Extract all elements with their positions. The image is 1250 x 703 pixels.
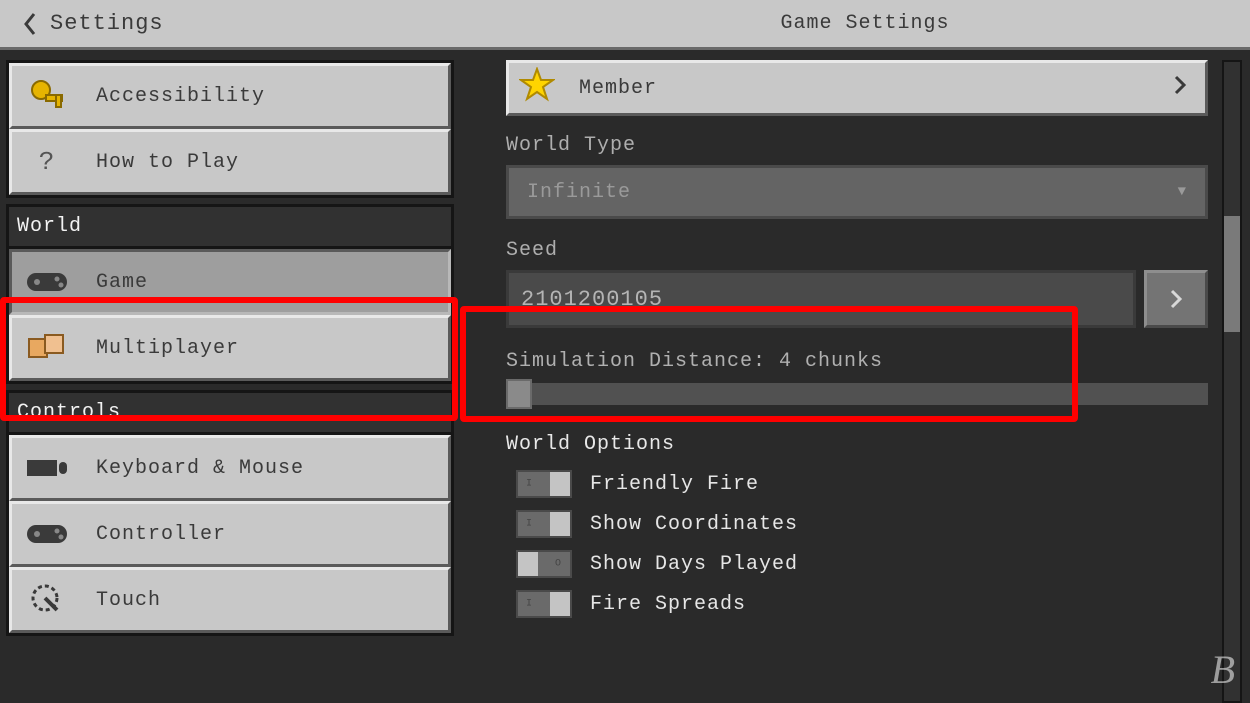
toggle-label: Friendly Fire	[590, 473, 759, 496]
seed-input[interactable]	[506, 270, 1136, 328]
toggle-fire-spreads[interactable]: I	[516, 590, 572, 618]
simulation-distance-label: Simulation Distance: 4 chunks	[506, 350, 1208, 373]
back-button[interactable]	[14, 8, 46, 40]
slider-thumb[interactable]	[506, 379, 532, 409]
sidebar-item-label: Keyboard & Mouse	[96, 457, 304, 480]
page-title: Game Settings	[240, 12, 1250, 35]
sidebar-item-label: Multiplayer	[96, 337, 239, 360]
member-button[interactable]: Member	[506, 60, 1208, 116]
gamepad-icon	[24, 511, 70, 557]
sidebar-item-game[interactable]: Game	[9, 249, 451, 315]
chevron-down-icon: ▼	[1178, 184, 1187, 200]
sidebar-item-label: How to Play	[96, 151, 239, 174]
main-panel: Member World Type Infinite ▼ Seed Simula…	[468, 60, 1216, 703]
header: Settings Game Settings	[0, 0, 1250, 50]
simulation-distance-slider[interactable]	[506, 383, 1208, 405]
world-type-value: Infinite	[527, 181, 631, 204]
member-label: Member	[579, 77, 657, 100]
sidebar-item-multiplayer[interactable]: Multiplayer	[9, 315, 451, 381]
seed-label: Seed	[506, 239, 1208, 262]
world-type-dropdown[interactable]: Infinite ▼	[506, 165, 1208, 219]
touch-icon	[24, 577, 70, 623]
sidebar-item-controller[interactable]: Controller	[9, 501, 451, 567]
scrollbar-thumb[interactable]	[1224, 216, 1240, 332]
sidebar-heading-controls: Controls	[6, 390, 454, 432]
sidebar-heading-world: World	[6, 204, 454, 246]
sidebar-item-accessibility[interactable]: Accessibility	[9, 63, 451, 129]
sidebar-item-touch[interactable]: Touch	[9, 567, 451, 633]
key-icon	[24, 73, 70, 119]
toggle-label: Show Days Played	[590, 553, 798, 576]
world-type-label: World Type	[506, 134, 1208, 157]
toggle-show-days-played[interactable]: O	[516, 550, 572, 578]
star-icon	[519, 67, 555, 110]
sidebar-item-label: Game	[96, 271, 148, 294]
world-options-label: World Options	[506, 433, 1208, 456]
toggle-label: Show Coordinates	[590, 513, 798, 536]
settings-title[interactable]: Settings	[50, 11, 164, 36]
sidebar-item-how-to-play[interactable]: ? How to Play	[9, 129, 451, 195]
sidebar-item-label: Accessibility	[96, 85, 265, 108]
question-icon: ?	[24, 139, 70, 185]
toggle-show-coordinates[interactable]: I	[516, 510, 572, 538]
keyboard-icon	[24, 445, 70, 491]
chevron-right-icon	[1173, 75, 1187, 102]
gamepad-icon	[24, 259, 70, 305]
toggle-friendly-fire[interactable]: I	[516, 470, 572, 498]
friends-icon	[24, 325, 70, 371]
sidebar-item-label: Controller	[96, 523, 226, 546]
sidebar: Accessibility ? How to Play World Game M…	[6, 60, 454, 703]
seed-picker-button[interactable]	[1144, 270, 1208, 328]
sidebar-item-label: Touch	[96, 589, 161, 612]
scrollbar[interactable]	[1222, 60, 1242, 703]
toggle-label: Fire Spreads	[590, 593, 746, 616]
sidebar-item-keyboard-mouse[interactable]: Keyboard & Mouse	[9, 435, 451, 501]
